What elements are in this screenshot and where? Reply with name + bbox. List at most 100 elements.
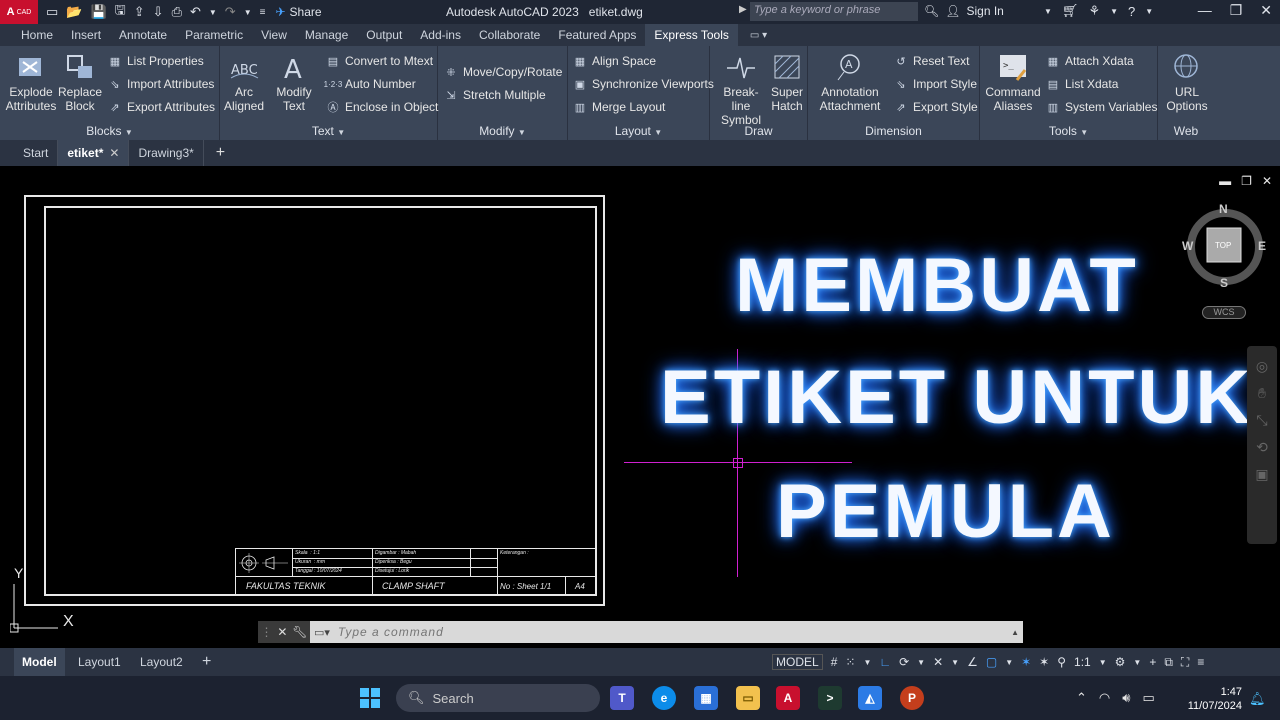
viewport-close-icon[interactable]: ✕	[1262, 174, 1272, 188]
panel-layout-label[interactable]: Layout ▼	[568, 124, 709, 138]
workspace-gear-icon[interactable]: ⚙	[1115, 655, 1126, 669]
redo-icon[interactable]: ↷	[225, 4, 236, 20]
command-aliases-button[interactable]: >_ Command Aliases	[984, 52, 1042, 113]
compass-east[interactable]: E	[1258, 239, 1266, 253]
zoom-extents-icon[interactable]: ⤡	[1256, 412, 1267, 429]
enclose-object-button[interactable]: Ⓐ Enclose in Object	[326, 100, 439, 114]
ribbon-display-toggle-icon[interactable]: ▭ ▾	[750, 30, 767, 41]
reset-text-button[interactable]: ↺ Reset Text	[894, 54, 969, 68]
keyword-search-input[interactable]: Type a keyword or phrase	[750, 2, 918, 21]
ribbon-tab-output[interactable]: Output	[357, 24, 411, 46]
isolate-objects-icon[interactable]: ⧉	[1164, 655, 1173, 670]
export-style-button[interactable]: ⇗ Export Style	[894, 100, 977, 114]
viewcube-top-face[interactable]: TOP	[1215, 241, 1231, 250]
compass-south[interactable]: S	[1220, 276, 1228, 290]
autocad-logo[interactable]: A CAD	[0, 0, 38, 24]
magnifier-icon[interactable]: 🔍︎	[924, 4, 939, 18]
viewport-minimize-icon[interactable]: ▬	[1219, 174, 1231, 188]
steering-wheel-icon[interactable]: ◎	[1256, 358, 1268, 375]
volume-icon[interactable]: 🔊︎	[1122, 690, 1130, 706]
ribbon-tab-view[interactable]: View	[252, 24, 296, 46]
notification-bell-icon[interactable]: 🔔︎	[1249, 691, 1266, 707]
customize-icon[interactable]: ≡	[260, 7, 266, 18]
undo-dropdown-icon[interactable]: ▼	[209, 8, 217, 17]
tray-expand-icon[interactable]: ⌃	[1076, 690, 1087, 706]
save-web-icon[interactable]: ⇩	[153, 4, 164, 20]
ribbon-tab-featured-apps[interactable]: Featured Apps	[549, 24, 645, 46]
restore-icon[interactable]: ❐	[1230, 2, 1243, 19]
taskbar-search[interactable]: 🔍︎ Search	[396, 684, 600, 712]
new-tab-plus-icon[interactable]: +	[204, 144, 237, 162]
modify-text-button[interactable]: A Modify Text	[272, 52, 316, 113]
export-attributes-button[interactable]: ⇗ Export Attributes	[108, 100, 215, 114]
sync-viewports-button[interactable]: ▣ Synchronize Viewports	[573, 77, 714, 91]
ribbon-tab-express-tools[interactable]: Express Tools	[645, 24, 738, 46]
move-copy-rotate-button[interactable]: ⁜ Move/Copy/Rotate	[444, 65, 562, 79]
panel-blocks-label[interactable]: Blocks ▼	[0, 124, 219, 138]
customization-icon[interactable]: ≡	[1197, 655, 1204, 669]
battery-icon[interactable]: ▭	[1142, 690, 1154, 706]
minimize-icon[interactable]: —	[1198, 2, 1212, 19]
close-tab-icon[interactable]: ✕	[109, 140, 119, 166]
annotation-visibility-icon[interactable]: ✶	[1021, 655, 1031, 669]
close-command-icon[interactable]: ✕	[277, 625, 287, 639]
undo-icon[interactable]: ↶	[190, 4, 201, 20]
ribbon-tab-home[interactable]: Home	[12, 24, 62, 46]
showmotion-icon[interactable]: ▣	[1255, 466, 1268, 483]
ribbon-tab-collaborate[interactable]: Collaborate	[470, 24, 549, 46]
annotation-scale-value[interactable]: 1:1	[1074, 655, 1091, 669]
photos-icon[interactable]: ◭	[858, 686, 882, 710]
search-expand-icon[interactable]: ▶	[739, 4, 747, 15]
new-file-icon[interactable]: ▭	[46, 4, 58, 20]
tab-layout1[interactable]: Layout1	[78, 648, 121, 676]
object-snap-tracking-icon[interactable]: ∠	[967, 655, 978, 669]
command-history-icon[interactable]: ▲	[1007, 628, 1023, 637]
grip-handle-icon[interactable]: ⋮	[260, 625, 272, 639]
tab-layout2[interactable]: Layout2	[140, 648, 183, 676]
super-hatch-button[interactable]: Super Hatch	[770, 52, 804, 113]
tab-model[interactable]: Model	[14, 648, 65, 676]
ribbon-tab-annotate[interactable]: Annotate	[110, 24, 176, 46]
save-icon[interactable]: 💾	[90, 4, 106, 20]
help-dropdown-icon[interactable]: ▼	[1145, 7, 1153, 16]
convert-mtext-button[interactable]: ▤ Convert to Mtext	[326, 54, 433, 68]
panel-modify-label[interactable]: Modify ▼	[438, 124, 567, 138]
list-xdata-button[interactable]: ▤ List Xdata	[1046, 77, 1119, 91]
taskbar-clock[interactable]: 1:47 11/07/2024	[1180, 685, 1242, 713]
powerpoint-icon[interactable]: P	[900, 686, 924, 710]
exchange-icon[interactable]: ⚘	[1088, 3, 1100, 19]
workspace-dropdown-icon[interactable]: ▼	[1133, 658, 1141, 667]
snap-mode-icon[interactable]: ⁙	[845, 655, 855, 669]
units-plus-icon[interactable]: +	[1149, 655, 1156, 669]
compass-north[interactable]: N	[1219, 202, 1228, 216]
redo-dropdown-icon[interactable]: ▼	[244, 8, 252, 17]
attach-xdata-button[interactable]: ▦ Attach Xdata	[1046, 54, 1134, 68]
object-snap-dropdown-icon[interactable]: ▼	[1005, 658, 1013, 667]
annotation-scale-icon[interactable]: ⚲	[1057, 655, 1066, 669]
teams-icon[interactable]: T	[610, 686, 634, 710]
ribbon-tab-manage[interactable]: Manage	[296, 24, 357, 46]
snap-dropdown-icon[interactable]: ▼	[863, 658, 871, 667]
viewcube[interactable]: N S W E TOP	[1182, 202, 1266, 290]
isodraft-icon[interactable]: ✕	[933, 655, 943, 669]
drawing-canvas[interactable]: ▬ ❐ ✕ Skala: 1:1 Ukuran: mm Tanggal: …	[0, 166, 1280, 648]
replace-block-button[interactable]: Replace Block	[58, 52, 102, 113]
autocad-taskbar-icon[interactable]: A	[776, 686, 800, 710]
pan-hand-icon[interactable]: ✋︎	[1258, 385, 1266, 402]
tab-drawing3[interactable]: Drawing3*	[129, 140, 204, 166]
import-attributes-button[interactable]: ⇘ Import Attributes	[108, 77, 214, 91]
close-icon[interactable]: ✕	[1260, 2, 1272, 19]
align-space-button[interactable]: ▦ Align Space	[573, 54, 656, 68]
ribbon-tab-parametric[interactable]: Parametric	[176, 24, 252, 46]
explode-attributes-button[interactable]: Explode Attributes	[4, 52, 58, 113]
customize-wrench-icon[interactable]: 🔧︎	[292, 625, 307, 639]
isodraft-dropdown-icon[interactable]: ▼	[951, 658, 959, 667]
command-prompt-icon[interactable]: ▭▾	[310, 626, 334, 639]
annotation-attachment-button[interactable]: A Annotation Attachment	[814, 52, 886, 113]
ribbon-tab-insert[interactable]: Insert	[62, 24, 110, 46]
web-mobile-icon[interactable]: ⇪	[134, 4, 145, 20]
ribbon-tab-add-ins[interactable]: Add-ins	[411, 24, 470, 46]
grid-icon[interactable]: #	[831, 655, 838, 669]
auto-scale-icon[interactable]: ✶	[1039, 655, 1049, 669]
import-style-button[interactable]: ⇘ Import Style	[894, 77, 977, 91]
